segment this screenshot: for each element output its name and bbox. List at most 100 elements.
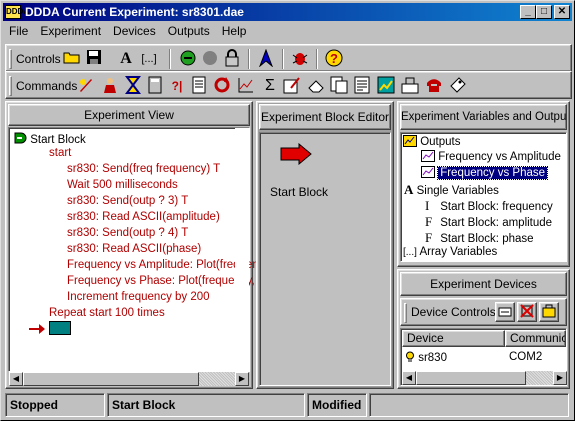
output-item[interactable]: Frequency vs Amplitude [421,150,561,163]
variable-item[interactable]: F Start Block: amplitude [425,214,552,230]
add-device-icon[interactable] [539,302,559,322]
document-icon[interactable] [352,76,372,96]
menu-bar: File Experiment Devices Outputs Help [3,22,572,40]
outputs-label: Outputs [420,136,461,148]
conditional-icon[interactable]: ?| [167,76,187,96]
plot-output-icon [421,166,435,178]
tree-item[interactable]: sr830: Read ASCII(phase) [67,243,201,255]
graph-icon[interactable] [236,76,256,96]
main-window: DDDA DDDA Current Experiment: sr8301.dae… [0,0,575,421]
svg-text:?: ? [330,51,338,66]
array-variables-label: Array Variables [419,246,498,258]
tree-item[interactable]: Repeat start 100 times [49,307,165,319]
minimize-button[interactable]: _ [520,5,536,19]
float-type-icon: F [425,230,433,245]
write-icon[interactable] [282,76,302,96]
loop-icon[interactable] [212,76,232,96]
help-question-icon[interactable]: ? [324,49,344,69]
toolbar-separator [282,49,284,69]
experiment-tree[interactable]: Start Block start sr830: Send(freq frequ… [8,127,265,372]
tree-item[interactable]: sr830: Send(freq frequency) T [67,163,220,175]
chart-image-icon[interactable] [376,76,396,96]
toolbar-grip[interactable] [9,49,12,69]
scroll-thumb[interactable] [416,371,526,385]
single-variables-node[interactable]: A Single Variables [404,182,499,198]
hourglass-icon[interactable] [123,76,143,96]
status-state: Stopped [5,393,105,417]
output-label: Frequency vs Amplitude [438,151,561,163]
scroll-left-button[interactable]: ◀ [9,372,23,386]
menu-experiment[interactable]: Experiment [34,22,107,40]
bug-icon[interactable] [290,49,310,69]
variable-item[interactable]: F Start Block: phase [425,230,534,246]
tree-item[interactable]: sr830: Read ASCII(amplitude) [67,211,220,223]
font-a-icon[interactable]: A [116,49,136,69]
insertion-point-block[interactable] [49,321,71,335]
save-disk-icon[interactable] [84,49,104,69]
status-current-block: Start Block [107,393,305,417]
toolbar-grip[interactable] [404,303,407,323]
scroll-right-button[interactable]: ▶ [235,372,249,386]
scroll-right-button[interactable]: ▶ [553,371,567,385]
controls-label: Controls [16,52,61,66]
column-header-communication[interactable]: Communicat [505,330,566,347]
remove-device-icon[interactable] [517,302,537,322]
menu-devices[interactable]: Devices [107,22,162,40]
sigma-icon[interactable]: Σ [260,76,280,96]
tree-item[interactable]: sr830: Send(outp ? 4) T [67,227,188,239]
tree-item[interactable]: sr830: Send(outp ? 3) T [67,195,188,207]
toolbar-grip[interactable] [9,76,12,96]
green-run-icon[interactable] [178,49,198,69]
outputs-node[interactable]: Outputs [403,134,460,148]
eraser-icon[interactable] [306,76,326,96]
plot-icon[interactable] [400,76,420,96]
menu-outputs[interactable]: Outputs [162,22,216,40]
label-icon[interactable] [448,76,468,96]
output-label: Frequency vs Phase [437,166,549,180]
variables-tree[interactable]: Outputs Frequency vs Amplitude Frequency… [400,132,567,262]
open-folder-icon[interactable] [62,49,82,69]
device-row[interactable]: sr830 [405,351,447,364]
device-list-hscrollbar[interactable]: ◀ ▶ [402,371,567,385]
tree-root-item[interactable]: Start Block [13,131,86,146]
file-icon[interactable] [189,76,209,96]
variables-header: Experiment Variables and Outputs [400,104,567,130]
column-header-device[interactable]: Device [402,330,505,347]
tree-item[interactable]: start [49,147,71,159]
menu-file[interactable]: File [3,22,34,40]
scroll-left-button[interactable]: ◀ [402,371,416,385]
block-editor-canvas[interactable]: Start Block [259,132,391,386]
lock-icon[interactable] [222,49,242,69]
variable-item[interactable]: I Start Block: frequency [425,198,553,214]
status-bar: Stopped Start Block Modified [3,393,572,419]
block-label: Start Block [270,185,329,199]
start-block-arrow-icon[interactable] [280,142,312,168]
single-variables-label: Single Variables [416,185,499,197]
toolbar-separator [169,49,171,69]
title-bar[interactable]: DDDA DDDA Current Experiment: sr8301.dae… [3,3,572,21]
close-button[interactable]: ✕ [554,5,570,19]
blue-arrow-icon[interactable] [256,48,276,69]
scroll-thumb[interactable] [23,372,199,386]
rocket-icon[interactable] [76,76,96,96]
variable-label: Start Block: phase [440,233,534,245]
device-list[interactable]: Device Communicat sr830 COM2 ◀ ▶ [400,328,567,386]
maximize-button[interactable]: □ [536,5,552,19]
block-editor-header: Experiment Block Editor [259,104,391,130]
array-variables-node[interactable]: [...] Array Variables [403,246,497,258]
report-icon[interactable] [329,76,349,96]
person-icon[interactable] [100,76,120,96]
menu-help[interactable]: Help [216,22,253,40]
phone-icon[interactable] [424,76,444,96]
outputs-icon [403,135,417,147]
experiment-view-hscrollbar[interactable]: ◀ ▶ [9,372,249,386]
lightbulb-icon [406,351,414,362]
tree-item[interactable]: Wait 500 milliseconds [67,179,178,191]
window-title: DDDA Current Experiment: sr8301.dae [25,5,244,19]
tree-item[interactable]: Increment frequency by 200 [67,291,210,303]
device-properties-icon[interactable] [495,302,515,322]
gray-stop-icon[interactable] [200,49,220,69]
ellipsis-brackets-icon[interactable]: [...] [139,49,159,69]
output-item-selected[interactable]: Frequency vs Phase [421,166,549,180]
calculator-icon[interactable] [145,76,165,96]
